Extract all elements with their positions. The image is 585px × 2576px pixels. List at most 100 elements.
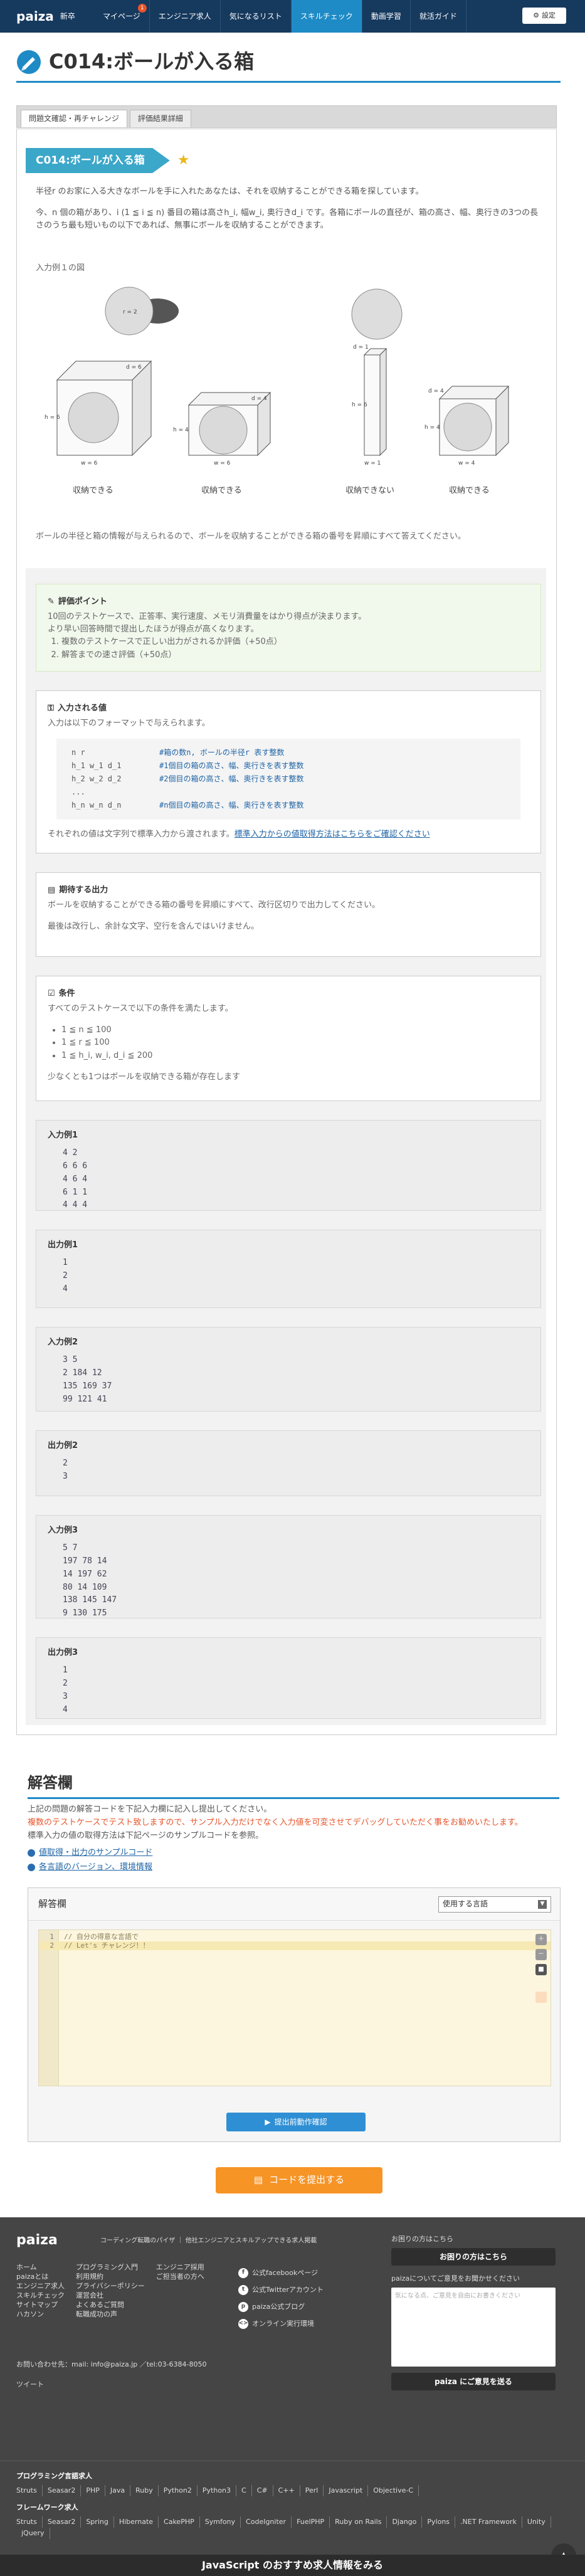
recommended-jobs-banner[interactable]: JavaScript のおすすめ求人情報をみる [0, 2555, 585, 2576]
eval-desc: 10回のテストケースで、正答率、実行速度、メモリ消費量をはかり得点が決まります。 [48, 612, 367, 622]
framework-link[interactable]: FuelPHP [292, 2516, 330, 2528]
nav-item-skillcheck[interactable]: スキルチェック [291, 0, 362, 33]
framework-link[interactable]: CodeIgniter [241, 2516, 292, 2528]
framework-link[interactable]: Unity [522, 2516, 551, 2528]
framework-link[interactable]: Hibernate [114, 2516, 159, 2528]
site-logo[interactable]: paiza 新卒 [0, 7, 94, 26]
format-var: n r [71, 748, 85, 757]
footer-link[interactable]: エンジニア求人 [16, 2281, 65, 2291]
nav-item-jobs[interactable]: エンジニア求人 [150, 0, 221, 33]
footer-link[interactable]: ホーム [16, 2262, 65, 2272]
lang-link[interactable]: Java [105, 2485, 131, 2497]
online-ide-link[interactable]: <> オンライン実行環境 [238, 2318, 324, 2329]
framework-link[interactable]: Pylons [422, 2516, 456, 2528]
footer-link[interactable]: プライバシーポリシー [76, 2281, 145, 2291]
framework-link[interactable]: Django [387, 2516, 423, 2528]
input-spec-desc: 入力は以下のフォーマットで与えられます。 [48, 719, 210, 729]
lang-link[interactable]: C# [252, 2485, 273, 2497]
pre-submit-check-button[interactable]: ▶ 提出前動作確認 [226, 2113, 366, 2131]
lang-link[interactable]: Python3 [198, 2485, 237, 2497]
lang-link[interactable]: Python2 [159, 2485, 198, 2497]
code-editor[interactable]: 1 // 自分の得意な言語で 2 // Let's チャレンジ！！ ＋ － ■ [38, 1929, 551, 2086]
output-spec-title-text: 期待する出力 [59, 885, 108, 895]
footer-link[interactable]: paizaとは [16, 2272, 65, 2281]
zoom-in-icon[interactable]: ＋ [535, 1934, 547, 1945]
arrow-circle-icon [28, 1864, 35, 1872]
footer-link[interactable]: プログラミング入門 [76, 2262, 145, 2272]
format-note: #1個目の箱の高さ、幅、奥行きを表す整数 [159, 761, 304, 771]
framework-link[interactable]: Struts [16, 2516, 43, 2528]
twitter-link[interactable]: t 公式Twitterアカウント [238, 2284, 324, 2295]
format-row: n r #箱の数n, ボールの半径r 表す整数 [71, 746, 505, 759]
tab-results[interactable]: 評価結果詳細 [129, 110, 191, 127]
nav-item-guide[interactable]: 就活ガイド [411, 0, 466, 33]
nav-item-video[interactable]: 動画学習 [362, 0, 411, 33]
lang-link[interactable]: Javascript [324, 2485, 369, 2497]
lang-link[interactable]: C++ [273, 2485, 300, 2497]
footer-link[interactable]: ハカソン [16, 2309, 65, 2319]
footer-logo[interactable]: paiza [16, 2230, 58, 2251]
stdin-help-link[interactable]: 標準入力からの値取得方法はこちらをご確認ください [235, 830, 430, 839]
footer-link[interactable]: 利用規約 [76, 2272, 145, 2281]
lang-link[interactable]: PHP [81, 2485, 105, 2497]
framework-link[interactable]: Seasar2 [43, 2516, 82, 2528]
code-editor-panel: 解答欄 使用する言語 ▼ 1 // 自分の得意な言語で 2 // Let's チ… [28, 1887, 561, 2142]
blog-link[interactable]: p paiza公式ブログ [238, 2301, 324, 2312]
framework-link[interactable]: jQuery [16, 2528, 50, 2540]
theme-toggle-icon[interactable]: ■ [535, 1964, 547, 1975]
language-select[interactable]: 使用する言語 ▼ [438, 1896, 551, 1913]
nav-item-mypage[interactable]: マイページ 1 [94, 0, 150, 33]
framework-link[interactable]: Ruby on Rails [330, 2516, 387, 2528]
intro-paragraph: 半径r のお家に入る大きなボールを手に入れたあなたは、それを収納することができる… [36, 187, 424, 196]
example-title: 出力例3 [48, 1648, 78, 1657]
eval-title-text: 評価ポイント [58, 597, 107, 606]
framework-link[interactable]: .NET Framework [455, 2516, 522, 2528]
framework-link[interactable]: CakePHP [159, 2516, 200, 2528]
footer-link[interactable]: 転職成功の声 [76, 2309, 145, 2319]
example-text: 2 3 [63, 1459, 68, 1481]
sample-code-link[interactable]: 値取得・出力のサンプルコード [28, 1847, 152, 1859]
language-select-value: 使用する言語 [443, 1899, 488, 1909]
tweet-button[interactable]: ツイート [16, 2379, 44, 2390]
opinion-textarea[interactable]: 気になる点、ご意見を自由にお書きください [391, 2288, 556, 2367]
language-versions-link[interactable]: 各言語のバージョン、環境情報 [28, 1861, 152, 1874]
footer-link[interactable]: よくあるご質問 [76, 2300, 145, 2309]
format-var: h_1 w_1 d_1 [71, 761, 122, 771]
lang-link[interactable]: Seasar2 [43, 2485, 82, 2497]
footer-link[interactable]: ご担当者の方へ [156, 2272, 204, 2281]
format-row: h_n w_n d_n #n個目の箱の高さ、幅、奥行きを表す整数 [71, 799, 505, 812]
nav-item-watchlist[interactable]: 気になるリスト [221, 0, 292, 33]
eval-item: 複数のテストケースで正しい出力がされるか評価（+50点） [61, 636, 529, 648]
send-opinion-button[interactable]: paiza にご意見を送る [391, 2373, 556, 2391]
input-format: n r #箱の数n, ボールの半径r 表す整数 h_1 w_1 d_1 #1個目の箱… [56, 739, 520, 820]
footer-link[interactable]: 運営会社 [76, 2291, 145, 2300]
settings-button[interactable]: ⚙ 設定 [522, 8, 566, 24]
footer-link[interactable]: エンジニア採用 [156, 2262, 204, 2272]
example-title: 入力例2 [48, 1338, 78, 1347]
framework-link[interactable]: Symfony [200, 2516, 241, 2528]
framework-link[interactable]: Spring [81, 2516, 114, 2528]
arrow-circle-icon [28, 1849, 35, 1857]
lang-link[interactable]: C [236, 2485, 252, 2497]
star-icon[interactable]: ★ [177, 150, 190, 171]
format-var: ... [71, 788, 85, 797]
lang-link[interactable]: Struts [16, 2485, 43, 2497]
figure-label: 収納できる [201, 486, 242, 495]
svg-text:d = 4: d = 4 [251, 396, 267, 402]
footer-link[interactable]: サイトマップ [16, 2300, 65, 2309]
svg-text:d = 4: d = 4 [428, 388, 444, 394]
answer-divider [28, 1797, 559, 1799]
footer-link[interactable]: スキルチェック [16, 2291, 65, 2300]
lang-link[interactable]: Objective-C [368, 2485, 419, 2497]
submit-code-button[interactable]: ▤ コードを提出する [216, 2167, 382, 2193]
line-number: 2 [50, 1941, 54, 1950]
lang-link[interactable]: Ruby [130, 2485, 159, 2497]
facebook-link[interactable]: f 公式facebookページ [238, 2267, 324, 2278]
help-button[interactable]: お困りの方はこちら [391, 2248, 556, 2266]
page-title: C014:ボールが入る箱 [49, 49, 255, 73]
lang-link[interactable]: Perl [300, 2485, 324, 2497]
svg-text:w = 1: w = 1 [364, 460, 381, 467]
zoom-out-icon[interactable]: － [535, 1949, 547, 1960]
tab-problem[interactable]: 問題文確認・再チャレンジ [21, 110, 127, 127]
color-swatch-icon[interactable] [535, 1992, 547, 2003]
